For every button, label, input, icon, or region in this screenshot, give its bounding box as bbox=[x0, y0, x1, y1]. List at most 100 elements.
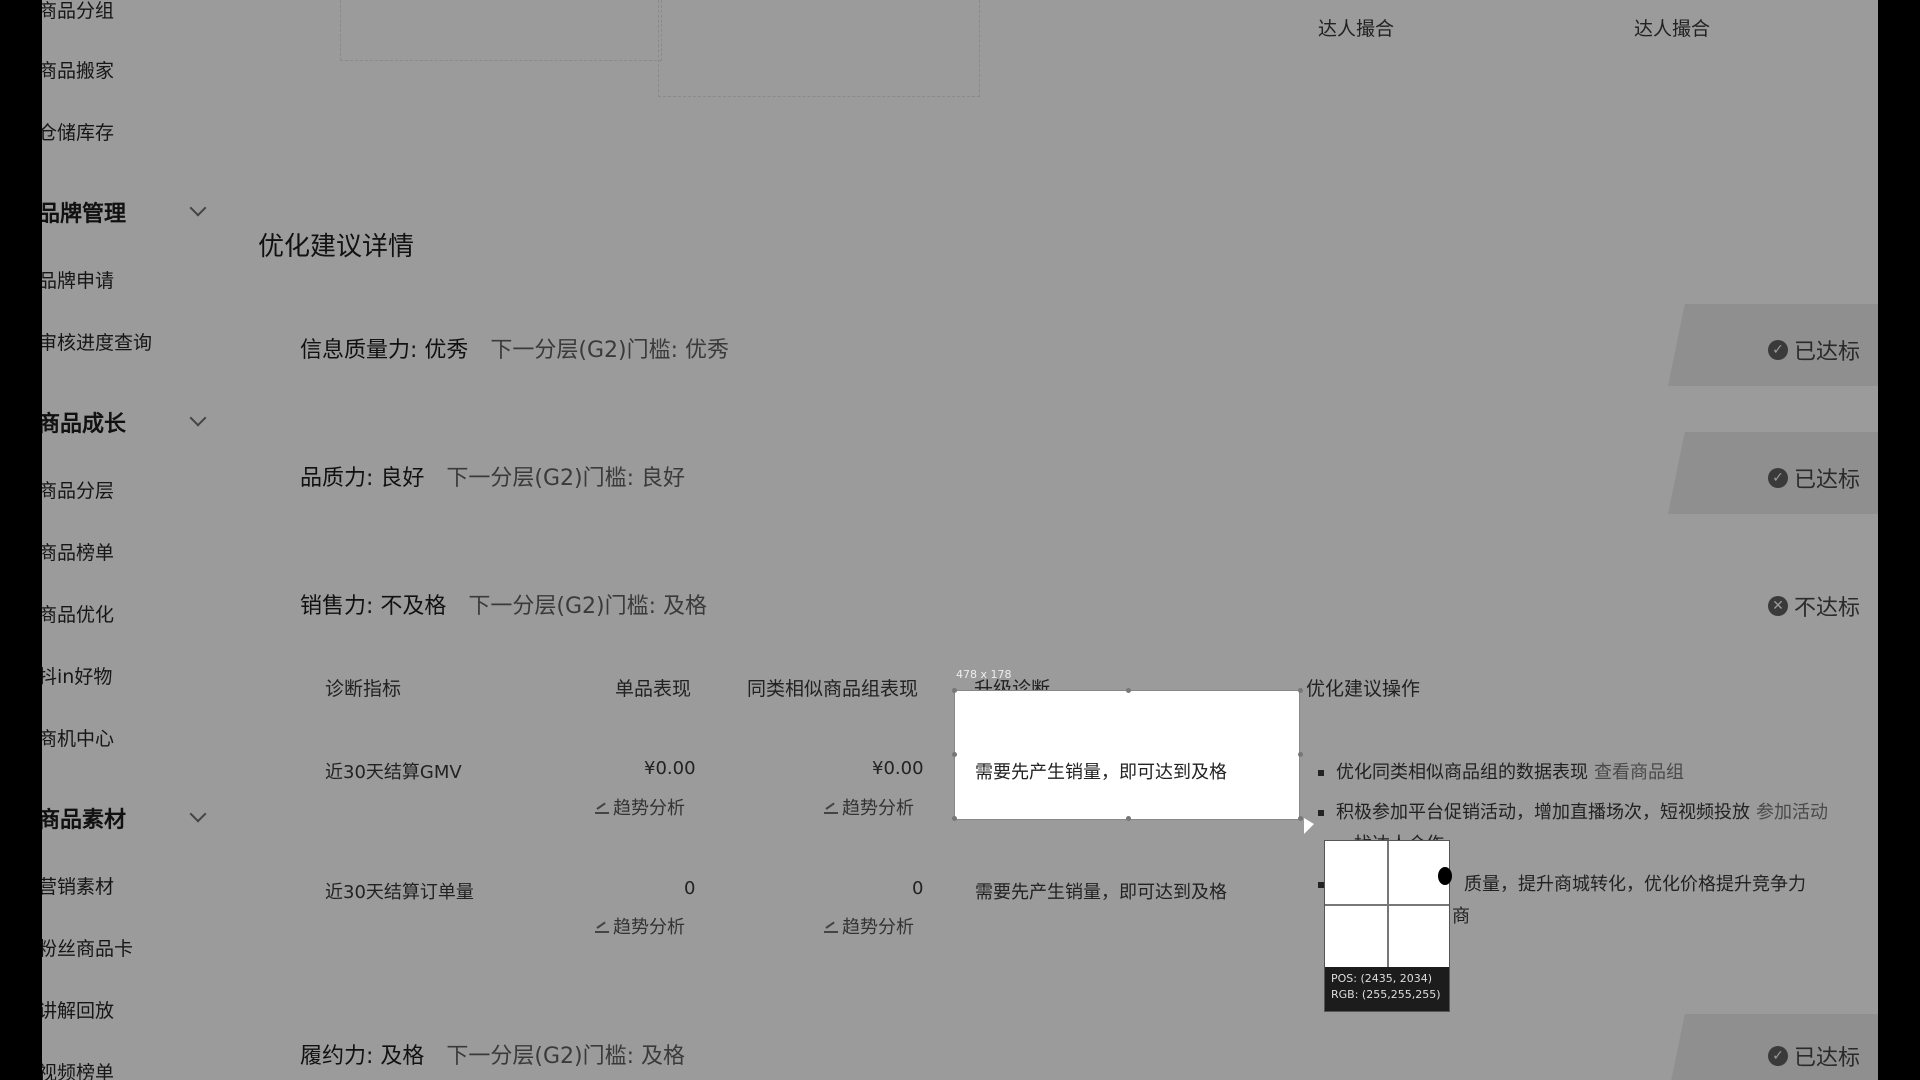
metric-info-quality: 信息质量力: 优秀 下一分层(G2)门槛: 优秀 bbox=[300, 332, 729, 364]
metric-threshold: 下一分层(G2)门槛: 优秀 bbox=[490, 338, 730, 363]
trend-label: 趋势分析 bbox=[613, 917, 685, 938]
check-icon: ✓ bbox=[1767, 1046, 1788, 1066]
suggestion-text: 积极参加平台促销活动，增加直播场次，短视频投放 bbox=[1336, 802, 1750, 823]
metric-name: 履约力: 及格 bbox=[300, 1044, 425, 1069]
trend-label: 趋势分析 bbox=[842, 798, 914, 819]
mouse-cursor-icon bbox=[1304, 818, 1314, 834]
table-header-group: 同类相似商品组表现 bbox=[747, 678, 919, 700]
header-placeholder-box bbox=[340, 0, 662, 61]
resize-handle[interactable] bbox=[1298, 752, 1303, 757]
resize-handle[interactable] bbox=[952, 816, 957, 821]
sidebar-item-product-optimize[interactable]: 商品优化 bbox=[42, 600, 114, 627]
suggestion-text: 质量，提升商城转化，优化价格提升竞争力 bbox=[1464, 874, 1806, 895]
cell-diagnosis: 需要先产生销量，即可达到及格 bbox=[975, 762, 1227, 783]
cell-single: 0 bbox=[684, 878, 696, 899]
trend-analysis-link[interactable]: 趋势分析 bbox=[824, 794, 914, 820]
resize-handle[interactable] bbox=[1126, 688, 1131, 693]
selection-size-tag: 478 x 178 bbox=[956, 668, 1012, 681]
suggestion-item: 积极参加平台促销活动，增加直播场次，短视频投放 参加活动 bbox=[1318, 798, 1828, 824]
suggestion-text: 商 bbox=[1452, 906, 1470, 927]
metric-name: 品质力: 良好 bbox=[300, 466, 425, 491]
trend-analysis-link[interactable]: 趋势分析 bbox=[595, 794, 685, 820]
status-text: 已达标 bbox=[1793, 468, 1860, 493]
sidebar-item-opportunity-center[interactable]: 商机中心 bbox=[42, 724, 114, 751]
sidebar-group-growth[interactable]: 商品成长 bbox=[42, 406, 126, 438]
cell-diagnosis: 需要先产生销量，即可达到及格 bbox=[975, 882, 1227, 903]
header-col-talent-match: 达人撮合 bbox=[1634, 18, 1711, 40]
check-icon: ✓ bbox=[1767, 340, 1788, 360]
sidebar-item-product-group[interactable]: 商品分组 bbox=[42, 0, 114, 23]
chevron-down-icon[interactable] bbox=[189, 199, 207, 217]
view-product-group-link[interactable]: 查看商品组 bbox=[1594, 762, 1684, 783]
table-header-single: 单品表现 bbox=[615, 678, 692, 700]
resize-handle[interactable] bbox=[1298, 688, 1303, 693]
sidebar-item-fan-card[interactable]: 粉丝商品卡 bbox=[42, 934, 133, 961]
page-title: 优化建议详情 bbox=[258, 232, 415, 262]
trend-analysis-link[interactable]: 趋势分析 bbox=[595, 913, 685, 939]
metric-name: 信息质量力: 优秀 bbox=[300, 338, 469, 363]
metric-name: 销售力: 不及格 bbox=[300, 594, 447, 619]
trend-icon bbox=[824, 919, 838, 933]
metric-quality: 品质力: 良好 下一分层(G2)门槛: 良好 bbox=[300, 460, 685, 492]
chevron-down-icon[interactable] bbox=[189, 805, 207, 823]
cross-icon: ✕ bbox=[1767, 596, 1788, 616]
color-picker-magnifier: POS: (2435, 2034) RGB: (255,255,255) bbox=[1324, 840, 1452, 1012]
trend-label: 趋势分析 bbox=[842, 917, 914, 938]
metric-threshold: 下一分层(G2)门槛: 及格 bbox=[446, 1044, 686, 1069]
suggestion-text: 优化同类相似商品组的数据表现 bbox=[1336, 762, 1588, 783]
selection-box bbox=[954, 690, 1300, 820]
cell-group: 0 bbox=[912, 878, 924, 899]
metric-threshold: 下一分层(G2)门槛: 及格 bbox=[468, 594, 708, 619]
resize-handle[interactable] bbox=[952, 752, 957, 757]
metric-fulfillment: 履约力: 及格 下一分层(G2)门槛: 及格 bbox=[300, 1038, 685, 1070]
cell-group: ¥0.00 bbox=[872, 758, 924, 779]
status-text: 已达标 bbox=[1793, 1046, 1860, 1071]
header-col-talent-match: 达人撮合 bbox=[1318, 18, 1395, 40]
join-activity-link[interactable]: 参加活动 bbox=[1756, 802, 1828, 823]
sidebar-item-product-ranking[interactable]: 商品榜单 bbox=[42, 538, 114, 565]
metric-threshold: 下一分层(G2)门槛: 良好 bbox=[446, 466, 686, 491]
cell-single: ¥0.00 bbox=[644, 758, 696, 779]
trend-icon bbox=[595, 919, 609, 933]
resize-handle[interactable] bbox=[1298, 816, 1303, 821]
header-placeholder-box bbox=[658, 0, 980, 97]
sidebar: 商品分组 商品搬家 仓储库存 品牌管理 品牌申请 审核进度查询 商品成长 商品分… bbox=[42, 0, 242, 1080]
chevron-down-icon[interactable] bbox=[189, 409, 207, 427]
pixel-dot bbox=[1438, 867, 1452, 885]
cell-indicator: 近30天结算GMV bbox=[325, 762, 462, 783]
sidebar-item-video-ranking[interactable]: 视频榜单 bbox=[42, 1058, 114, 1080]
trend-icon bbox=[595, 800, 609, 814]
app-screen: 商品分组 商品搬家 仓储库存 品牌管理 品牌申请 审核进度查询 商品成长 商品分… bbox=[42, 0, 1878, 1080]
sidebar-item-brand-apply[interactable]: 品牌申请 bbox=[42, 266, 114, 293]
suggestion-item: 商 bbox=[1452, 902, 1470, 928]
sidebar-item-review-progress[interactable]: 审核进度查询 bbox=[42, 328, 152, 355]
status-badge: ✕ 不达标 bbox=[1767, 590, 1860, 622]
sidebar-item-douin-goods[interactable]: 抖in好物 bbox=[42, 662, 112, 689]
status-text: 已达标 bbox=[1793, 340, 1860, 365]
status-text: 不达标 bbox=[1793, 596, 1860, 621]
trend-icon bbox=[824, 800, 838, 814]
table-header-action: 优化建议操作 bbox=[1306, 678, 1421, 700]
suggestion-item: 优化同类相似商品组的数据表现 查看商品组 bbox=[1318, 758, 1684, 784]
metric-sales: 销售力: 不及格 下一分层(G2)门槛: 及格 bbox=[300, 588, 707, 620]
resize-handle[interactable] bbox=[1126, 816, 1131, 821]
sidebar-item-inventory[interactable]: 仓储库存 bbox=[42, 118, 114, 145]
status-badge: ✓ 已达标 bbox=[1767, 334, 1860, 366]
status-badge: ✓ 已达标 bbox=[1767, 462, 1860, 494]
table-header-indicator: 诊断指标 bbox=[325, 678, 402, 700]
sidebar-item-marketing-material[interactable]: 营销素材 bbox=[42, 872, 114, 899]
sidebar-group-brand[interactable]: 品牌管理 bbox=[42, 196, 126, 228]
sidebar-item-product-tier[interactable]: 商品分层 bbox=[42, 476, 114, 503]
cell-indicator: 近30天结算订单量 bbox=[325, 882, 474, 903]
rgb-readout: RGB: (255,255,255) bbox=[1331, 988, 1441, 1001]
trend-label: 趋势分析 bbox=[613, 798, 685, 819]
sidebar-item-replay[interactable]: 讲解回放 bbox=[42, 996, 114, 1023]
check-icon: ✓ bbox=[1767, 468, 1788, 488]
magnifier-info: POS: (2435, 2034) RGB: (255,255,255) bbox=[1325, 967, 1449, 1011]
trend-analysis-link[interactable]: 趋势分析 bbox=[824, 913, 914, 939]
pos-readout: POS: (2435, 2034) bbox=[1331, 972, 1433, 985]
sidebar-item-product-move[interactable]: 商品搬家 bbox=[42, 56, 114, 83]
sidebar-group-material[interactable]: 商品素材 bbox=[42, 802, 126, 834]
resize-handle[interactable] bbox=[952, 688, 957, 693]
status-badge: ✓ 已达标 bbox=[1767, 1040, 1860, 1072]
